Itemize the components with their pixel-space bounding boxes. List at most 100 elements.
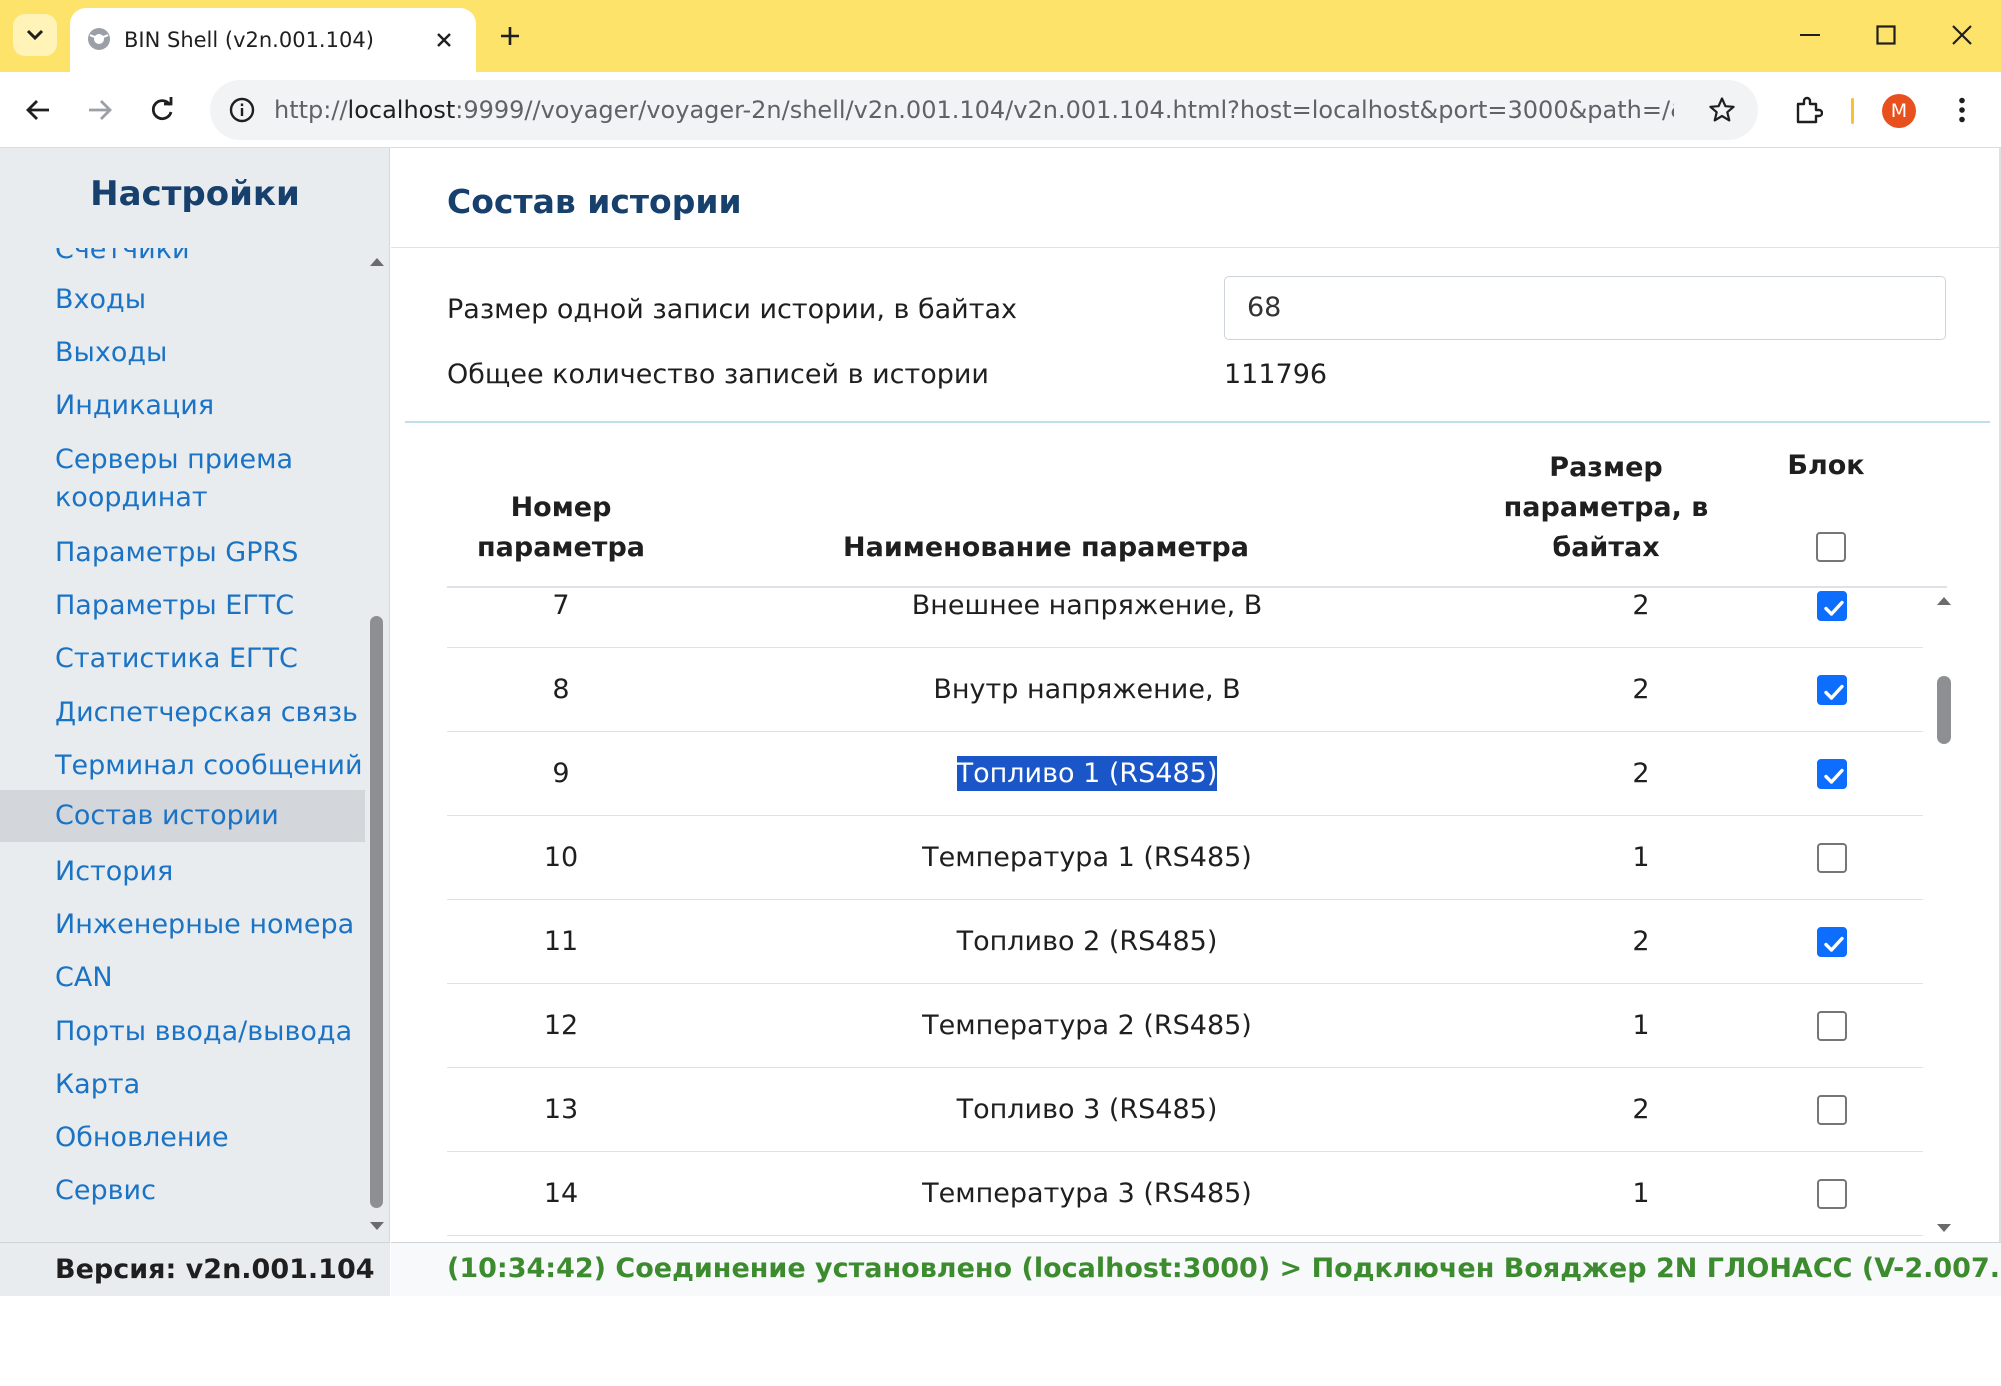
block-checkbox[interactable] (1817, 927, 1847, 957)
kebab-menu-icon (1959, 97, 1965, 123)
sidebar-item-dispatch[interactable]: Диспетчерская связь (0, 694, 365, 738)
parameter-name-cell: Топливо 1 (RS485) (837, 732, 1337, 816)
reload-button[interactable] (136, 84, 188, 136)
close-icon (437, 33, 451, 47)
version-label: Версия: v2n.001.104 (55, 1254, 375, 1285)
page-header: Состав истории (391, 148, 2001, 248)
table-scrollbar-thumb[interactable] (1937, 676, 1951, 744)
parameter-name-cell: Внешнее напряжение, В (837, 588, 1337, 648)
record-size-input[interactable]: 68 (1224, 276, 1946, 340)
parameter-size-cell: 1 (1632, 842, 1650, 873)
sidebar-scrollbar[interactable] (366, 248, 388, 1238)
scroll-down-arrow-icon[interactable] (370, 1222, 384, 1230)
sidebar-item-inputs[interactable]: Входы (0, 281, 365, 325)
sidebar-scroll-area[interactable]: Счетчики Входы Выходы Индикация Серверы … (0, 248, 390, 1386)
settings-sidebar: Настройки Счетчики Входы Выходы Индикаци… (0, 148, 390, 1296)
bookmark-button[interactable] (1704, 92, 1740, 128)
parameter-name-text: Температура 3 (RS485) (922, 1178, 1252, 1209)
url-path: :9999//voyager/voyager-2n/shell/v2n.001.… (455, 96, 1674, 124)
block-checkbox[interactable] (1817, 675, 1847, 705)
site-info-button[interactable] (224, 92, 260, 128)
table-row: 7 Внешнее напряжение, В 2 (447, 588, 1923, 648)
sidebar-item-gprs[interactable]: Параметры GPRS (0, 534, 365, 578)
history-table-body[interactable]: 7 Внешнее напряжение, В 2 8 Внутр напряжение… (447, 588, 1981, 1242)
sidebar-item-egts-params[interactable]: Параметры ЕГТС (0, 587, 365, 631)
address-bar[interactable]: http://localhost:9999//voyager/voyager-2… (210, 80, 1758, 140)
block-checkbox[interactable] (1817, 1095, 1847, 1125)
minimize-button[interactable] (1780, 10, 1840, 60)
plus-icon (501, 27, 519, 45)
sidebar-item-history[interactable]: История (0, 853, 365, 897)
parameter-number-cell: 7 (552, 590, 570, 621)
table-scrollbar[interactable] (1931, 588, 1953, 1242)
scroll-up-arrow-icon[interactable] (1937, 597, 1951, 605)
parameter-name-text-selected: Топливо 1 (RS485) (956, 756, 1218, 791)
tab-close-button[interactable] (426, 22, 462, 58)
parameter-name-cell: Температура 1 (RS485) (837, 816, 1337, 900)
browser-tab[interactable]: BIN Shell (v2n.001.104) (70, 8, 476, 72)
page-title: Состав истории (447, 182, 742, 221)
sidebar-item-engineering-numbers[interactable]: Инженерные номера (0, 906, 365, 950)
tab-search-button[interactable] (13, 14, 57, 56)
connection-status: (10:34:42) Соединение установлено (local… (447, 1253, 2001, 1284)
sidebar-item-map[interactable]: Карта (0, 1066, 365, 1110)
parameter-size-cell: 2 (1632, 1094, 1650, 1125)
parameter-name-text: Топливо 2 (RS485) (956, 926, 1218, 957)
sidebar-item-egts-stats[interactable]: Статистика ЕГТС (0, 640, 365, 684)
sidebar-item-terminal[interactable]: Терминал сообщений (0, 747, 365, 791)
column-header-number: Номер параметра (477, 492, 645, 563)
sidebar-item-counters[interactable]: Счетчики (0, 248, 365, 271)
parameter-name-text: Внешнее напряжение, В (911, 590, 1263, 621)
parameter-name-cell: Топливо 3 (RS485) (837, 1068, 1337, 1152)
sidebar-menu: Счетчики Входы Выходы Индикация Серверы … (0, 248, 365, 1238)
main-content: Состав истории Размер одной записи истор… (391, 148, 2001, 1296)
table-row: 13 Топливо 3 (RS485) 2 (447, 1068, 1923, 1152)
sidebar-scrollbar-thumb[interactable] (370, 616, 383, 1208)
parameter-size-cell: 1 (1632, 1178, 1650, 1209)
sidebar-item-io-ports[interactable]: Порты ввода/вывода (0, 1013, 365, 1057)
checkmark-icon (1824, 768, 1844, 784)
block-checkbox[interactable] (1817, 591, 1847, 621)
url-text[interactable]: http://localhost:9999//voyager/voyager-2… (274, 80, 1674, 140)
forward-button[interactable] (74, 84, 126, 136)
maximize-button[interactable] (1856, 10, 1916, 60)
close-window-button[interactable] (1932, 10, 1992, 60)
sidebar-item-outputs[interactable]: Выходы (0, 334, 365, 378)
profile-avatar[interactable]: M (1882, 94, 1916, 128)
parameter-name-cell: Топливо 2 (RS485) (837, 900, 1337, 984)
extensions-button[interactable] (1784, 86, 1832, 134)
status-bar: (10:34:42) Соединение установлено (local… (391, 1242, 2001, 1296)
new-tab-button[interactable] (488, 14, 532, 58)
block-checkbox[interactable] (1817, 843, 1847, 873)
close-icon (1952, 25, 1972, 45)
parameter-number-cell: 12 (543, 1010, 579, 1041)
scroll-up-arrow-icon[interactable] (370, 258, 384, 266)
block-checkbox[interactable] (1817, 1179, 1847, 1209)
parameter-name-text: Температура 2 (RS485) (922, 1010, 1252, 1041)
sidebar-item-can[interactable]: CAN (0, 959, 365, 1003)
record-size-label: Размер одной записи истории, в байтах (447, 294, 1017, 325)
parameter-number-cell: 11 (543, 926, 579, 957)
sidebar-item-indication[interactable]: Индикация (0, 387, 365, 431)
back-button[interactable] (12, 84, 64, 136)
block-checkbox[interactable] (1817, 1011, 1847, 1041)
sidebar-item-service[interactable]: Сервис (0, 1172, 365, 1216)
minimize-icon (1800, 34, 1820, 36)
table-row: 14 Температура 3 (RS485) 1 (447, 1152, 1923, 1236)
sidebar-item-coordinate-servers[interactable]: Серверы приема координат (0, 441, 330, 521)
total-records-value: 111796 (1224, 359, 1328, 390)
checkmark-icon (1824, 600, 1844, 616)
column-header-name: Наименование параметра (843, 532, 1249, 563)
block-checkbox[interactable] (1817, 759, 1847, 789)
table-row: 12 Температура 2 (RS485) 1 (447, 984, 1923, 1068)
browser-menu-button[interactable] (1942, 86, 1982, 134)
table-row: 10 Температура 1 (RS485) 1 (447, 816, 1923, 900)
parameter-number-cell: 8 (552, 674, 570, 705)
scroll-down-arrow-icon[interactable] (1937, 1224, 1951, 1232)
select-all-block-checkbox[interactable] (1816, 532, 1846, 562)
table-row: 11 Топливо 2 (RS485) 2 (447, 900, 1923, 984)
tab-title: BIN Shell (v2n.001.104) (124, 28, 374, 52)
sidebar-item-update[interactable]: Обновление (0, 1119, 365, 1163)
parameter-number-cell: 10 (543, 842, 579, 873)
sidebar-item-history-composition[interactable]: Состав истории (0, 790, 365, 842)
